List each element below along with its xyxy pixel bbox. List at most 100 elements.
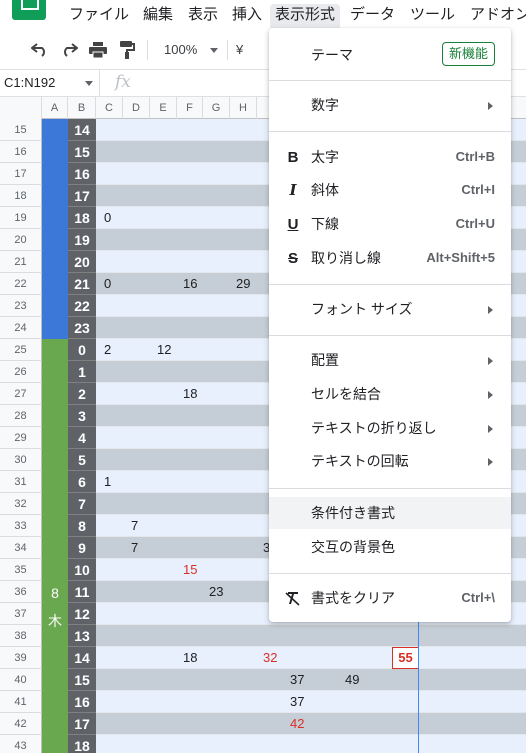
menu-edit[interactable]: 編集 — [138, 4, 178, 28]
select-all-corner[interactable] — [0, 97, 42, 119]
hour-cell[interactable]: 15 — [68, 669, 96, 691]
row-header[interactable]: 20 — [0, 229, 42, 251]
row-header[interactable]: 40 — [0, 669, 42, 691]
row-cells[interactable] — [96, 691, 526, 713]
hour-cell[interactable]: 11 — [68, 581, 96, 603]
hour-cell[interactable]: 8 — [68, 515, 96, 537]
hour-cell[interactable]: 2 — [68, 383, 96, 405]
menu-item-italic[interactable]: I 斜体 Ctrl+I — [269, 174, 511, 206]
menu-item-clear-formatting[interactable]: 書式をクリア Ctrl+\ — [269, 582, 511, 614]
hour-cell[interactable]: 3 — [68, 405, 96, 427]
hour-cell[interactable]: 17 — [68, 185, 96, 207]
row-header[interactable]: 25 — [0, 339, 42, 361]
hour-cell[interactable]: 5 — [68, 449, 96, 471]
cell-value[interactable]: 1 — [104, 471, 111, 493]
row-header[interactable]: 27 — [0, 383, 42, 405]
row-header[interactable]: 30 — [0, 449, 42, 471]
hour-cell[interactable]: 4 — [68, 427, 96, 449]
column-header-c[interactable]: C — [96, 97, 123, 119]
hour-cell[interactable]: 10 — [68, 559, 96, 581]
hour-cell[interactable]: 0 — [68, 339, 96, 361]
menu-item-conditional-formatting[interactable]: 条件付き書式 — [269, 497, 511, 529]
merged-cell-day-thursday[interactable] — [42, 339, 68, 753]
paint-format-button[interactable] — [116, 39, 138, 61]
row-header[interactable]: 35 — [0, 559, 42, 581]
menu-item-underline[interactable]: U 下線 Ctrl+U — [269, 208, 511, 240]
hour-cell[interactable]: 19 — [68, 229, 96, 251]
redo-button[interactable] — [58, 39, 80, 61]
hour-cell[interactable]: 18 — [68, 735, 96, 753]
menu-item-font-size[interactable]: フォント サイズ — [269, 293, 511, 325]
cell-value[interactable]: 37 — [290, 691, 304, 713]
row-header[interactable]: 28 — [0, 405, 42, 427]
row-header[interactable]: 43 — [0, 735, 42, 753]
row-header[interactable]: 42 — [0, 713, 42, 735]
row-header[interactable]: 38 — [0, 625, 42, 647]
hour-cell[interactable]: 14 — [68, 647, 96, 669]
row-header[interactable]: 19 — [0, 207, 42, 229]
cell-value[interactable]: 18 — [183, 383, 197, 405]
menu-item-merge[interactable]: セルを結合 — [269, 378, 511, 410]
row-cells[interactable] — [96, 669, 526, 691]
hour-cell[interactable]: 21 — [68, 273, 96, 295]
hour-cell[interactable]: 9 — [68, 537, 96, 559]
menu-item-rotate[interactable]: テキストの回転 — [269, 445, 511, 477]
cell-value[interactable]: 7 — [131, 515, 138, 537]
cell-value[interactable]: 32 — [263, 647, 277, 669]
row-header[interactable]: 29 — [0, 427, 42, 449]
hour-cell[interactable]: 23 — [68, 317, 96, 339]
print-button[interactable] — [87, 39, 109, 61]
cell-value[interactable]: 23 — [209, 581, 223, 603]
row-cells[interactable] — [96, 713, 526, 735]
hour-cell[interactable]: 18 — [68, 207, 96, 229]
menu-format[interactable]: 表示形式 — [270, 4, 341, 28]
menu-data[interactable]: データ — [345, 4, 400, 28]
currency-format-button[interactable]: ¥ — [236, 39, 243, 61]
menu-item-bold[interactable]: B 太字 Ctrl+B — [269, 141, 511, 173]
column-header-b[interactable]: B — [68, 97, 96, 119]
hour-cell[interactable]: 12 — [68, 603, 96, 625]
cell-value[interactable]: 29 — [236, 273, 250, 295]
column-header-h[interactable]: H — [230, 97, 257, 119]
menu-file[interactable]: ファイル — [64, 4, 134, 28]
cell-value[interactable]: 49 — [345, 669, 359, 691]
row-header[interactable]: 18 — [0, 185, 42, 207]
menu-view[interactable]: 表示 — [183, 4, 223, 28]
column-header-d[interactable]: D — [123, 97, 150, 119]
cell-value[interactable]: 15 — [183, 559, 197, 581]
menu-item-alternating-colors[interactable]: 交互の背景色 — [269, 531, 511, 563]
hour-cell[interactable]: 6 — [68, 471, 96, 493]
column-header-g[interactable]: G — [203, 97, 230, 119]
hour-cell[interactable]: 13 — [68, 625, 96, 647]
cell-value[interactable]: 16 — [183, 273, 197, 295]
cell-value[interactable]: 37 — [290, 669, 304, 691]
column-header-a[interactable]: A — [42, 97, 68, 119]
menu-item-strikethrough[interactable]: S 取り消し線 Alt+Shift+5 — [269, 242, 511, 274]
name-box[interactable]: C1:N192 — [0, 70, 100, 96]
menu-item-wrap[interactable]: テキストの折り返し — [269, 412, 511, 444]
cell-value[interactable]: 42 — [290, 713, 304, 735]
row-header[interactable]: 26 — [0, 361, 42, 383]
row-header[interactable]: 41 — [0, 691, 42, 713]
column-header-e[interactable]: E — [150, 97, 177, 119]
row-header[interactable]: 37 — [0, 603, 42, 625]
hour-cell[interactable]: 16 — [68, 691, 96, 713]
row-header[interactable]: 36 — [0, 581, 42, 603]
hour-cell[interactable]: 16 — [68, 163, 96, 185]
cell-value[interactable]: 2 — [104, 339, 111, 361]
row-header[interactable]: 33 — [0, 515, 42, 537]
menu-addons[interactable]: アドオン — [465, 4, 526, 28]
row-header[interactable]: 15 — [0, 119, 42, 141]
row-header[interactable]: 39 — [0, 647, 42, 669]
row-header[interactable]: 34 — [0, 537, 42, 559]
row-header[interactable]: 17 — [0, 163, 42, 185]
hour-cell[interactable]: 17 — [68, 713, 96, 735]
highlighted-cell[interactable]: 55 — [392, 647, 419, 669]
row-header[interactable]: 32 — [0, 493, 42, 515]
row-header[interactable]: 23 — [0, 295, 42, 317]
menu-insert[interactable]: 挿入 — [227, 4, 267, 28]
hour-cell[interactable]: 7 — [68, 493, 96, 515]
row-cells[interactable] — [96, 735, 526, 753]
row-header[interactable]: 21 — [0, 251, 42, 273]
cell-value[interactable]: 0 — [104, 273, 111, 295]
